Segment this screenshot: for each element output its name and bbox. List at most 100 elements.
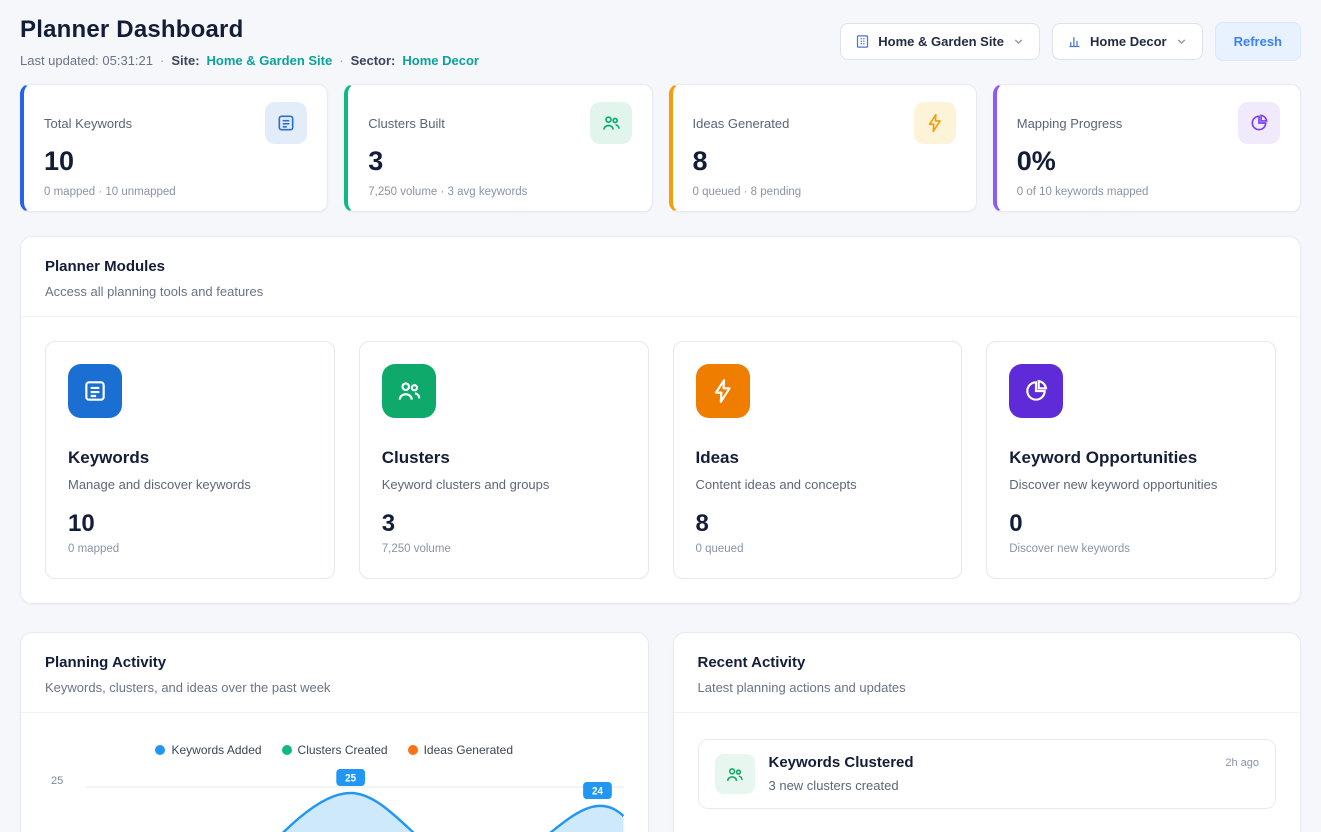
legend-dot-orange [408, 745, 418, 755]
module-detail: Discover new keywords [1009, 543, 1253, 555]
stat-card-mapping-progress: Mapping Progress 0% 0 of 10 keywords map… [993, 84, 1301, 212]
stat-label: Clusters Built [368, 116, 445, 131]
y-axis-tick: 25 [51, 775, 63, 787]
activity-item-keywords-clustered[interactable]: Keywords Clustered 3 new clusters create… [698, 739, 1277, 809]
module-title: Keyword Opportunities [1009, 448, 1253, 468]
module-description: Content ideas and concepts [696, 477, 940, 492]
stat-label: Mapping Progress [1017, 116, 1123, 131]
chevron-down-icon [1175, 35, 1188, 48]
refresh-button[interactable]: Refresh [1215, 22, 1301, 61]
point-label: 25 [345, 773, 356, 785]
separator-dot: · [339, 53, 343, 68]
legend-label: Clusters Created [298, 743, 388, 757]
site-label: Site: [171, 53, 199, 68]
module-value: 8 [696, 510, 940, 538]
recent-activity-panel: Recent Activity Latest planning actions … [673, 632, 1302, 832]
module-card-keyword-opportunities[interactable]: Keyword Opportunities Discover new keywo… [986, 341, 1276, 579]
document-icon [68, 364, 122, 418]
bolt-icon [914, 102, 956, 144]
stat-card-ideas-generated: Ideas Generated 8 0 queued · 8 pending [669, 84, 977, 212]
stats-row: Total Keywords 10 0 mapped · 10 unmapped… [20, 84, 1301, 212]
modules-grid: Keywords Manage and discover keywords 10… [21, 317, 1300, 603]
page-title: Planner Dashboard [20, 16, 479, 44]
legend-item-clusters-created: Clusters Created [282, 743, 388, 757]
users-icon [382, 364, 436, 418]
stat-value: 8 [693, 146, 956, 177]
recent-activity-title: Recent Activity [698, 654, 1277, 671]
module-value: 0 [1009, 510, 1253, 538]
module-card-clusters[interactable]: Clusters Keyword clusters and groups 3 7… [359, 341, 649, 579]
planning-activity-subtitle: Keywords, clusters, and ideas over the p… [45, 680, 624, 695]
legend-label: Ideas Generated [424, 743, 513, 757]
planner-modules-panel: Planner Modules Access all planning tool… [20, 236, 1301, 604]
stat-detail: 0 queued · 8 pending [693, 186, 956, 198]
page-subtitle: Last updated: 05:31:21 · Site: Home & Ga… [20, 53, 479, 68]
planning-activity-title: Planning Activity [45, 654, 624, 671]
module-description: Discover new keyword opportunities [1009, 477, 1253, 492]
module-description: Manage and discover keywords [68, 477, 312, 492]
stat-detail: 0 mapped · 10 unmapped [44, 186, 307, 198]
legend-item-keywords-added: Keywords Added [155, 743, 261, 757]
stat-card-clusters-built: Clusters Built 3 7,250 volume · 3 avg ke… [344, 84, 652, 212]
module-detail: 0 mapped [68, 543, 312, 555]
legend-label: Keywords Added [171, 743, 261, 757]
stat-value: 0% [1017, 146, 1280, 177]
module-card-keywords[interactable]: Keywords Manage and discover keywords 10… [45, 341, 335, 579]
stat-detail: 7,250 volume · 3 avg keywords [368, 186, 631, 198]
site-selector-dropdown[interactable]: Home & Garden Site [840, 23, 1040, 60]
module-title: Ideas [696, 448, 940, 468]
point-label: 24 [592, 786, 603, 798]
activity-item-timestamp: 2h ago [1225, 757, 1259, 769]
module-card-ideas[interactable]: Ideas Content ideas and concepts 8 0 que… [673, 341, 963, 579]
header-controls: Home & Garden Site Home Decor Refresh [840, 22, 1301, 61]
legend-item-ideas-generated: Ideas Generated [408, 743, 513, 757]
legend-dot-blue [155, 745, 165, 755]
module-value: 10 [68, 510, 312, 538]
site-icon [855, 34, 870, 49]
modules-title: Planner Modules [45, 258, 1276, 275]
recent-activity-subtitle: Latest planning actions and updates [698, 680, 1277, 695]
chart-plot-area: 25 25 24 [45, 761, 624, 832]
module-detail: 0 queued [696, 543, 940, 555]
modules-subtitle: Access all planning tools and features [45, 284, 1276, 299]
stat-label: Total Keywords [44, 116, 132, 131]
stat-value: 10 [44, 146, 307, 177]
chevron-down-icon [1012, 35, 1025, 48]
module-title: Keywords [68, 448, 312, 468]
activity-item-content: Keywords Clustered 3 new clusters create… [769, 754, 1212, 793]
page-header: Planner Dashboard Last updated: 05:31:21… [20, 16, 1301, 68]
sector-selector-value: Home Decor [1090, 34, 1167, 49]
legend-dot-green [282, 745, 292, 755]
separator-dot: · [160, 53, 164, 68]
users-icon [590, 102, 632, 144]
sector-link[interactable]: Home Decor [402, 53, 479, 68]
header-left: Planner Dashboard Last updated: 05:31:21… [20, 16, 479, 68]
pie-chart-icon [1238, 102, 1280, 144]
stat-label: Ideas Generated [693, 116, 790, 131]
last-updated-text: Last updated: 05:31:21 [20, 53, 153, 68]
area-chart: 25 24 [85, 761, 624, 832]
chart-legend: Keywords Added Clusters Created Ideas Ge… [45, 743, 624, 757]
bottom-row: Planning Activity Keywords, clusters, an… [20, 632, 1301, 832]
planner-dashboard-page: Planner Dashboard Last updated: 05:31:21… [0, 0, 1321, 832]
planning-activity-chart: Keywords Added Clusters Created Ideas Ge… [21, 713, 648, 832]
stat-detail: 0 of 10 keywords mapped [1017, 186, 1280, 198]
document-icon [265, 102, 307, 144]
sector-selector-dropdown[interactable]: Home Decor [1052, 23, 1203, 60]
stat-value: 3 [368, 146, 631, 177]
site-selector-value: Home & Garden Site [878, 34, 1004, 49]
module-title: Clusters [382, 448, 626, 468]
point-label-badge: 24 [583, 782, 612, 799]
users-icon [715, 754, 755, 794]
module-description: Keyword clusters and groups [382, 477, 626, 492]
activity-list: Keywords Clustered 3 new clusters create… [674, 713, 1301, 832]
module-detail: 7,250 volume [382, 543, 626, 555]
site-link[interactable]: Home & Garden Site [207, 53, 333, 68]
pie-chart-icon [1009, 364, 1063, 418]
bar-chart-icon [1067, 34, 1082, 49]
point-label-badge: 25 [336, 769, 365, 786]
sector-label: Sector: [351, 53, 396, 68]
module-value: 3 [382, 510, 626, 538]
planning-activity-panel: Planning Activity Keywords, clusters, an… [20, 632, 649, 832]
activity-item-title: Keywords Clustered [769, 754, 1212, 771]
